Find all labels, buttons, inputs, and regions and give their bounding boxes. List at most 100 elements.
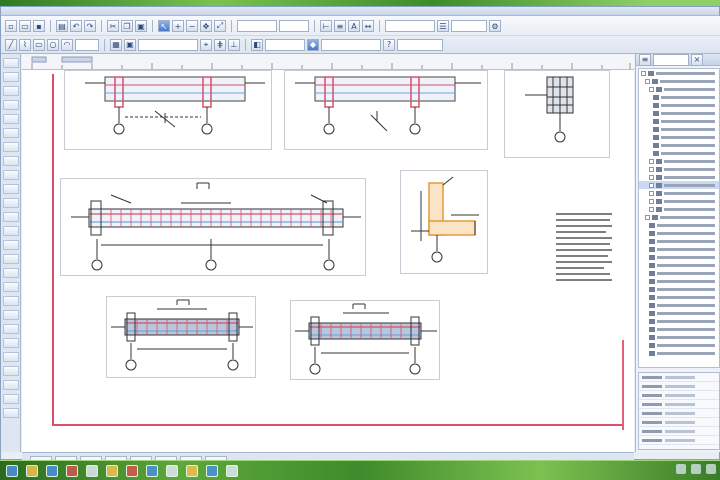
detail-4-frame[interactable]	[60, 178, 366, 276]
tree-item[interactable]	[639, 69, 719, 77]
new-icon[interactable]: ▫	[5, 20, 17, 32]
rectangle-icon[interactable]: ▭	[33, 38, 45, 51]
command-field[interactable]	[321, 38, 381, 51]
left-tool-button[interactable]	[3, 72, 19, 82]
grid-icon[interactable]: ⋕	[214, 38, 226, 51]
settings-icon[interactable]: ⚙	[489, 20, 501, 32]
expand-icon[interactable]	[649, 198, 654, 204]
tree-item[interactable]	[639, 117, 719, 125]
ortho-icon[interactable]: ⊥	[228, 38, 240, 51]
volume-icon[interactable]	[691, 464, 701, 474]
left-tool-button[interactable]	[3, 114, 19, 124]
tree-item[interactable]	[639, 149, 719, 157]
left-tool-button[interactable]	[3, 324, 19, 334]
property-row[interactable]	[639, 418, 719, 427]
circle-icon[interactable]: ○	[47, 38, 59, 51]
left-tool-button[interactable]	[3, 352, 19, 362]
left-tool-button[interactable]	[3, 394, 19, 404]
coordinate-field[interactable]	[138, 38, 198, 51]
paste-icon[interactable]: ▣	[135, 20, 147, 32]
tree-item[interactable]	[639, 229, 719, 237]
chat-icon[interactable]	[146, 464, 158, 477]
detail-6-frame[interactable]	[106, 296, 256, 378]
panel-close-icon[interactable]: ×	[691, 53, 703, 66]
explorer-icon[interactable]	[26, 464, 38, 477]
expand-icon[interactable]	[641, 70, 646, 76]
mail-icon[interactable]	[166, 464, 178, 477]
detail-7-frame[interactable]	[290, 300, 440, 380]
line-icon[interactable]: ╱	[5, 38, 17, 51]
tree-item[interactable]	[639, 293, 719, 301]
panel-menu-icon[interactable]: ≡	[639, 53, 651, 66]
left-tool-button[interactable]	[3, 142, 19, 152]
measure-icon[interactable]: ⊢	[320, 20, 332, 32]
tree-item[interactable]	[639, 141, 719, 149]
start-button-icon[interactable]	[6, 464, 18, 477]
tree-item[interactable]	[639, 333, 719, 341]
clock-icon[interactable]	[706, 464, 716, 474]
tree-item[interactable]	[639, 261, 719, 269]
tree-item[interactable]	[639, 277, 719, 285]
app-icon[interactable]	[226, 464, 238, 477]
tree-item[interactable]	[639, 221, 719, 229]
expand-icon[interactable]	[649, 174, 654, 180]
tree-item[interactable]	[639, 237, 719, 245]
properties-icon[interactable]: ☰	[437, 20, 449, 32]
tree-item[interactable]	[639, 269, 719, 277]
block-icon[interactable]: ▣	[124, 38, 136, 51]
layer-select[interactable]	[237, 20, 277, 32]
help-icon[interactable]: ?	[383, 38, 395, 51]
network-icon[interactable]	[676, 464, 686, 474]
left-tool-button[interactable]	[3, 170, 19, 180]
left-tool-button[interactable]	[3, 226, 19, 236]
tree-item[interactable]	[639, 213, 719, 221]
tree-item[interactable]	[639, 245, 719, 253]
expand-icon[interactable]	[645, 214, 650, 220]
select-icon[interactable]: ↖	[158, 20, 170, 32]
hatch-icon[interactable]: ▦	[110, 38, 122, 51]
arc-icon[interactable]: ◠	[61, 38, 73, 51]
tree-item[interactable]	[639, 101, 719, 109]
expand-icon[interactable]	[645, 78, 650, 84]
property-row[interactable]	[639, 400, 719, 409]
tree-item[interactable]	[639, 165, 719, 173]
tree-item[interactable]	[639, 205, 719, 213]
left-tool-button[interactable]	[3, 198, 19, 208]
detail-1-frame[interactable]	[64, 70, 272, 150]
layer-icon[interactable]: ≡	[334, 20, 346, 32]
cad-app-icon[interactable]	[106, 464, 118, 477]
dimension-icon[interactable]: ↔	[362, 20, 374, 32]
left-tool-button[interactable]	[3, 128, 19, 138]
pan-icon[interactable]: ✥	[200, 20, 212, 32]
print-icon[interactable]: ▤	[56, 20, 68, 32]
detail-3-frame[interactable]	[504, 70, 610, 158]
tree-item[interactable]	[639, 317, 719, 325]
office-icon[interactable]	[86, 464, 98, 477]
redo-icon[interactable]: ↷	[84, 20, 96, 32]
tree-item[interactable]	[639, 93, 719, 101]
left-tool-button[interactable]	[3, 338, 19, 348]
left-tool-button[interactable]	[3, 212, 19, 222]
expand-icon[interactable]	[649, 190, 654, 196]
property-row[interactable]	[639, 436, 719, 445]
left-tool-button[interactable]	[3, 268, 19, 278]
tree-item[interactable]	[639, 197, 719, 205]
cut-icon[interactable]: ✂	[107, 20, 119, 32]
pdf-icon[interactable]	[126, 464, 138, 477]
project-tree[interactable]	[638, 68, 720, 368]
view-select[interactable]	[265, 38, 305, 51]
tree-item[interactable]	[639, 125, 719, 133]
detail-2-frame[interactable]	[284, 70, 488, 150]
property-row[interactable]	[639, 427, 719, 436]
linetype-select[interactable]	[279, 20, 309, 32]
tree-item[interactable]	[639, 173, 719, 181]
tree-item[interactable]	[639, 85, 719, 93]
tree-item[interactable]	[639, 109, 719, 117]
view-icon[interactable]: ◧	[251, 38, 263, 51]
drawing-canvas[interactable]	[22, 54, 634, 452]
panel-filter-field[interactable]	[653, 53, 689, 66]
save-icon[interactable]: ▪	[33, 20, 45, 32]
expand-icon[interactable]	[649, 206, 654, 212]
width-field[interactable]	[75, 38, 99, 51]
property-row[interactable]	[639, 382, 719, 391]
